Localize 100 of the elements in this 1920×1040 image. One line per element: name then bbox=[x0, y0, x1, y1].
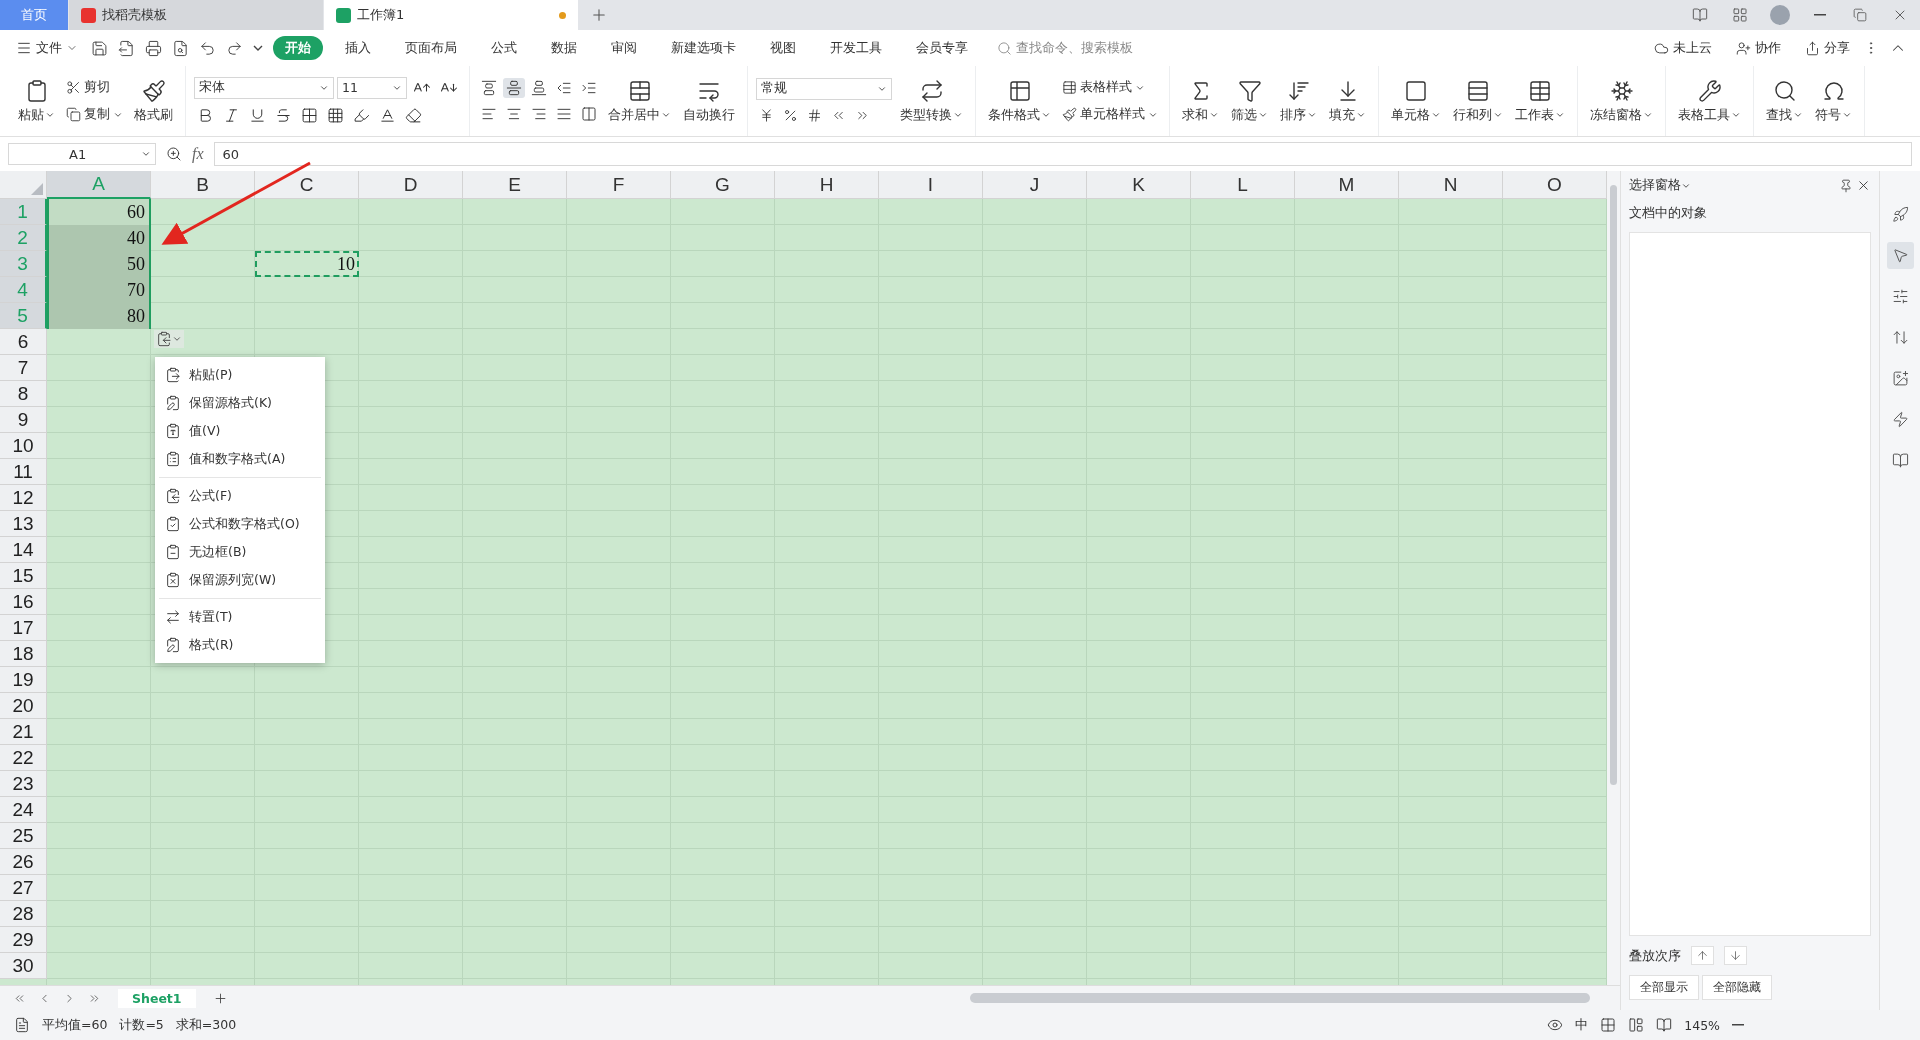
row-header[interactable]: 30 bbox=[0, 953, 47, 979]
row-header[interactable]: 10 bbox=[0, 433, 47, 459]
ribbon-tab[interactable]: 会员专享 bbox=[904, 36, 980, 60]
sum-button[interactable]: 求和 bbox=[1178, 74, 1223, 128]
row-header[interactable]: 21 bbox=[0, 719, 47, 745]
row-header[interactable]: 22 bbox=[0, 745, 47, 771]
ribbon-tab[interactable]: 数据 bbox=[539, 36, 589, 60]
column-header[interactable]: F bbox=[567, 171, 671, 199]
row-header[interactable]: 18 bbox=[0, 641, 47, 667]
formula-input[interactable]: 60 bbox=[213, 142, 1912, 166]
menu-item[interactable]: 保留源列宽(W) bbox=[155, 566, 325, 594]
horizontal-scrollbar[interactable] bbox=[970, 993, 1590, 1003]
cell-style-button[interactable]: 单元格样式 bbox=[1059, 104, 1161, 125]
function-label[interactable]: fx bbox=[192, 145, 204, 163]
file-menu[interactable]: 文件 bbox=[10, 35, 84, 61]
zoom-level[interactable]: 145% bbox=[1684, 1017, 1720, 1033]
row-header[interactable]: 11 bbox=[0, 459, 47, 485]
row-header[interactable]: 24 bbox=[0, 797, 47, 823]
ribbon-tab[interactable]: 页面布局 bbox=[393, 36, 469, 60]
font-select[interactable]: 宋体 bbox=[194, 76, 334, 99]
row-header[interactable]: 27 bbox=[0, 875, 47, 901]
column-header[interactable]: M bbox=[1295, 171, 1399, 199]
number-format-select[interactable]: 常规 bbox=[756, 77, 892, 100]
input-mode[interactable]: 中 bbox=[1575, 1016, 1589, 1034]
row-header[interactable]: 13 bbox=[0, 511, 47, 537]
show-all-button[interactable]: 全部显示 bbox=[1629, 975, 1699, 1000]
row-header[interactable]: 16 bbox=[0, 589, 47, 615]
app-tab[interactable]: 工作簿1 bbox=[324, 0, 578, 30]
menu-item[interactable]: 格式(R) bbox=[155, 631, 325, 659]
column-header[interactable]: N bbox=[1399, 171, 1503, 199]
column-header[interactable]: B bbox=[151, 171, 255, 199]
row-header[interactable]: 26 bbox=[0, 849, 47, 875]
column-header[interactable]: D bbox=[359, 171, 463, 199]
menu-item[interactable]: 值(V) bbox=[155, 417, 325, 445]
row-header[interactable]: 28 bbox=[0, 901, 47, 927]
table-style-button[interactable]: 表格样式 bbox=[1059, 77, 1161, 98]
scrollbar-thumb[interactable] bbox=[1610, 185, 1617, 785]
column-header[interactable]: K bbox=[1087, 171, 1191, 199]
row-header[interactable]: 7 bbox=[0, 355, 47, 381]
ribbon-tab[interactable]: 插入 bbox=[333, 36, 383, 60]
cut-button[interactable]: 剪切 bbox=[63, 77, 126, 98]
conditional-format-button[interactable]: 条件格式 bbox=[984, 74, 1055, 128]
row-header[interactable]: 8 bbox=[0, 381, 47, 407]
fill-button[interactable]: 填充 bbox=[1325, 74, 1370, 128]
ribbon-tab[interactable]: 新建选项卡 bbox=[659, 36, 748, 60]
menu-item[interactable]: 粘贴(P) bbox=[155, 361, 325, 389]
menu-item[interactable]: 值和数字格式(A) bbox=[155, 445, 325, 473]
ribbon-tab[interactable]: 审阅 bbox=[599, 36, 649, 60]
pointer-button[interactable] bbox=[1886, 242, 1914, 269]
type-convert-button[interactable]: 类型转换 bbox=[896, 74, 967, 128]
share-button[interactable]: 分享 bbox=[1799, 38, 1856, 58]
row-header[interactable]: 14 bbox=[0, 537, 47, 563]
row-header[interactable]: 17 bbox=[0, 615, 47, 641]
row-header[interactable]: 29 bbox=[0, 927, 47, 953]
bring-forward-button[interactable] bbox=[1691, 946, 1714, 965]
paste-options-button[interactable] bbox=[154, 330, 184, 348]
symbol-button[interactable]: 符号 bbox=[1811, 74, 1856, 128]
format-painter-button[interactable]: 格式刷 bbox=[130, 74, 177, 128]
row-header[interactable]: 12 bbox=[0, 485, 47, 511]
column-header[interactable]: C bbox=[255, 171, 359, 199]
column-header[interactable]: H bbox=[775, 171, 879, 199]
sort-button[interactable]: 排序 bbox=[1276, 74, 1321, 128]
align-middle-button[interactable] bbox=[503, 78, 525, 98]
row-header[interactable]: 25 bbox=[0, 823, 47, 849]
row-header[interactable]: 23 bbox=[0, 771, 47, 797]
collaborate-button[interactable]: 协作 bbox=[1730, 38, 1787, 58]
merge-center-button[interactable]: 合并居中 bbox=[604, 74, 675, 128]
row-header[interactable]: 15 bbox=[0, 563, 47, 589]
menu-item[interactable]: 公式(F) bbox=[155, 482, 325, 510]
pane-title[interactable]: 选择窗格 bbox=[1629, 177, 1691, 194]
row-header[interactable]: 9 bbox=[0, 407, 47, 433]
wrap-text-button[interactable]: 自动换行 bbox=[679, 74, 739, 128]
freeze-panes-button[interactable]: 冻结窗格 bbox=[1586, 74, 1657, 128]
name-box[interactable]: A1 bbox=[8, 143, 156, 165]
menu-item[interactable]: 保留源格式(K) bbox=[155, 389, 325, 417]
column-header[interactable]: J bbox=[983, 171, 1087, 199]
send-backward-button[interactable] bbox=[1724, 946, 1747, 965]
command-search[interactable]: 查找命令、搜索模板 bbox=[997, 39, 1133, 57]
menu-item[interactable]: 转置(T) bbox=[155, 603, 325, 631]
rows-columns-button[interactable]: 行和列 bbox=[1449, 74, 1507, 128]
hide-all-button[interactable]: 全部隐藏 bbox=[1702, 975, 1772, 1000]
row-header[interactable]: 20 bbox=[0, 693, 47, 719]
column-header[interactable]: L bbox=[1191, 171, 1295, 199]
cell-button[interactable]: 单元格 bbox=[1387, 74, 1445, 128]
filter-button[interactable]: 筛选 bbox=[1227, 74, 1272, 128]
cloud-button[interactable]: 未上云 bbox=[1648, 38, 1718, 58]
worksheet-button[interactable]: 工作表 bbox=[1511, 74, 1569, 128]
column-header[interactable]: I bbox=[879, 171, 983, 199]
column-header[interactable]: G bbox=[671, 171, 775, 199]
table-tools-button[interactable]: 表格工具 bbox=[1674, 74, 1745, 128]
row-header[interactable]: 6 bbox=[0, 329, 47, 355]
find-button[interactable]: 查找 bbox=[1762, 74, 1807, 128]
column-header[interactable]: E bbox=[463, 171, 567, 199]
paste-button[interactable]: 粘贴 bbox=[14, 74, 59, 128]
ribbon-tab[interactable]: 开发工具 bbox=[818, 36, 894, 60]
column-header[interactable]: O bbox=[1503, 171, 1607, 199]
ribbon-tab[interactable]: 视图 bbox=[758, 36, 808, 60]
ribbon-tab[interactable]: 公式 bbox=[479, 36, 529, 60]
font-size-select[interactable]: 11 bbox=[337, 76, 407, 99]
app-tab[interactable]: 找稻壳模板 bbox=[69, 0, 323, 30]
